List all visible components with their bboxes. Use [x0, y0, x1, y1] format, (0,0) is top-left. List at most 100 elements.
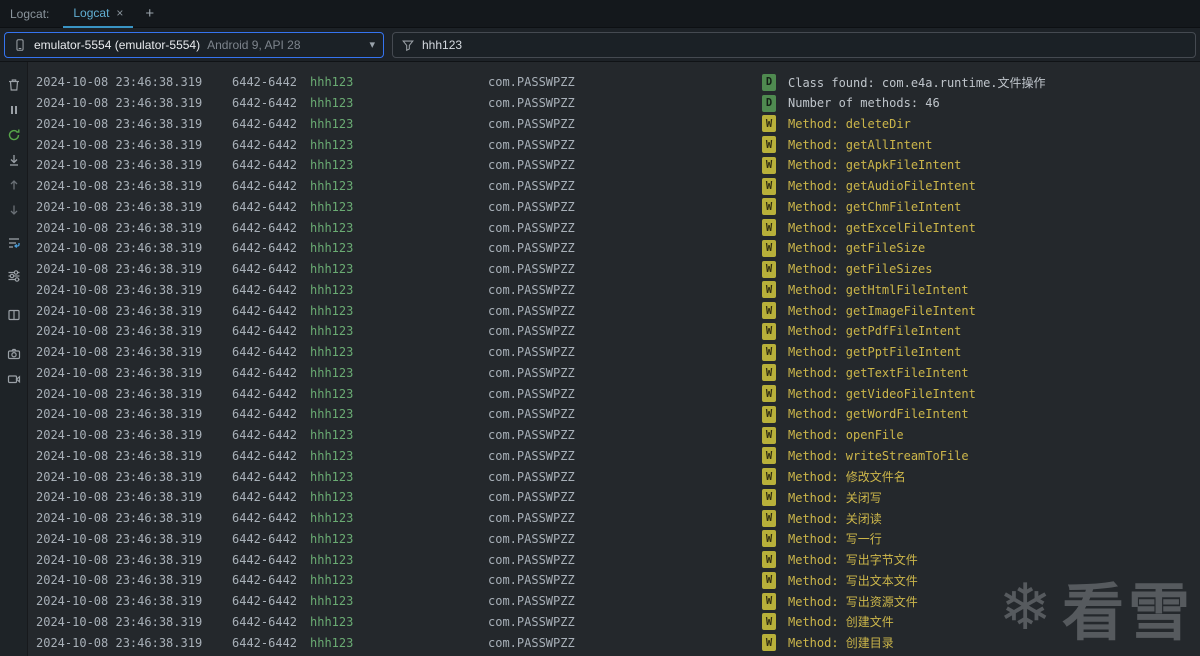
log-package: com.PASSWPZZ [488, 428, 575, 443]
soft-wrap-button[interactable] [3, 232, 25, 254]
add-tab-icon[interactable]: + [145, 5, 154, 22]
log-row[interactable]: 2024-10-08 23:46:38.319 6442-6442 hhh123 co… [28, 363, 1200, 384]
log-row[interactable]: 2024-10-08 23:46:38.319 6442-6442 hhh123 co… [28, 446, 1200, 467]
chevron-down-icon[interactable]: ▾ [369, 38, 375, 51]
log-row[interactable]: 2024-10-08 23:46:38.319 6442-6442 hhh123 co… [28, 155, 1200, 176]
log-row[interactable]: 2024-10-08 23:46:38.319 6442-6442 hhh123 co… [28, 176, 1200, 197]
log-row[interactable]: 2024-10-08 23:46:38.319 6442-6442 hhh123 co… [28, 259, 1200, 280]
log-row[interactable]: 2024-10-08 23:46:38.319 6442-6442 hhh123 co… [28, 300, 1200, 321]
log-tag: hhh123 [310, 635, 354, 650]
log-message: Method: writeStreamToFile [788, 448, 969, 463]
log-message: Method: getTextFileIntent [788, 365, 969, 380]
log-pid-tid: 6442-6442 [232, 220, 298, 235]
log-row[interactable]: 2024-10-08 23:46:38.319 6442-6442 hhh123 co… [28, 425, 1200, 446]
logcat-toolbar: emulator-5554 (emulator-5554) Android 9,… [0, 28, 1200, 62]
log-tag: hhh123 [310, 594, 354, 609]
log-message: Method: 修改文件名 [788, 470, 906, 485]
log-tag: hhh123 [310, 241, 354, 256]
log-row[interactable]: 2024-10-08 23:46:38.319 6442-6442 hhh123 co… [28, 238, 1200, 259]
log-pid-tid: 6442-6442 [232, 614, 298, 629]
split-panel-icon [6, 307, 22, 323]
log-package: com.PASSWPZZ [488, 448, 575, 463]
scroll-to-end-button[interactable] [3, 149, 25, 171]
log-level-badge: W [762, 156, 776, 174]
log-timestamp: 2024-10-08 23:46:38.319 [36, 179, 203, 194]
log-row[interactable]: 2024-10-08 23:46:38.319 6442-6442 hhh123 co… [28, 383, 1200, 404]
next-occurrence-button[interactable] [3, 199, 25, 221]
logcat-window: Logcat: Logcat × + emulator-5554 (emulat… [0, 0, 1200, 656]
log-pid-tid: 6442-6442 [232, 158, 298, 173]
log-pid-tid: 6442-6442 [232, 448, 298, 463]
log-row[interactable]: 2024-10-08 23:46:38.319 6442-6442 hhh123 co… [28, 404, 1200, 425]
log-row[interactable]: 2024-10-08 23:46:38.319 6442-6442 hhh123 co… [28, 487, 1200, 508]
log-row[interactable]: 2024-10-08 23:46:38.319 6442-6442 hhh123 co… [28, 114, 1200, 135]
log-timestamp: 2024-10-08 23:46:38.319 [36, 324, 203, 339]
tab-logcat[interactable]: Logcat × [63, 0, 134, 28]
log-row[interactable]: 2024-10-08 23:46:38.319 6442-6442 hhh123 co… [28, 321, 1200, 342]
log-row[interactable]: 2024-10-08 23:46:38.319 6442-6442 hhh123 co… [28, 342, 1200, 363]
log-tag: hhh123 [310, 531, 354, 546]
log-row[interactable]: 2024-10-08 23:46:38.319 6442-6442 hhh123 co… [28, 632, 1200, 653]
log-package: com.PASSWPZZ [488, 220, 575, 235]
previous-occurrence-button[interactable] [3, 174, 25, 196]
device-selector[interactable]: emulator-5554 (emulator-5554) Android 9,… [4, 31, 384, 58]
log-row[interactable]: 2024-10-08 23:46:38.319 6442-6442 hhh123 co… [28, 197, 1200, 218]
log-package: com.PASSWPZZ [488, 614, 575, 629]
log-tag: hhh123 [310, 469, 354, 484]
log-row[interactable]: 2024-10-08 23:46:38.319 6442-6442 hhh123 co… [28, 134, 1200, 155]
log-row[interactable]: 2024-10-08 23:46:38.319 6442-6442 hhh123 co… [28, 508, 1200, 529]
log-row[interactable]: 2024-10-08 23:46:38.319 6442-6442 hhh123 co… [28, 612, 1200, 633]
split-panels-button[interactable] [3, 304, 25, 326]
log-row[interactable]: 2024-10-08 23:46:38.319 6442-6442 hhh123 co… [28, 93, 1200, 114]
log-timestamp: 2024-10-08 23:46:38.319 [36, 303, 203, 318]
log-tag: hhh123 [310, 490, 354, 505]
log-row[interactable]: 2024-10-08 23:46:38.319 6442-6442 hhh123 co… [28, 466, 1200, 487]
log-timestamp: 2024-10-08 23:46:38.319 [36, 614, 203, 629]
log-message: Method: getFileSizes [788, 262, 933, 277]
log-level-badge: W [762, 447, 776, 465]
record-screen-button[interactable] [3, 368, 25, 390]
take-screenshot-button[interactable] [3, 343, 25, 365]
log-tag: hhh123 [310, 448, 354, 463]
log-level-badge: W [762, 551, 776, 569]
log-package: com.PASSWPZZ [488, 635, 575, 650]
close-icon[interactable]: × [116, 7, 123, 19]
log-timestamp: 2024-10-08 23:46:38.319 [36, 490, 203, 505]
log-row[interactable]: 2024-10-08 23:46:38.319 6442-6442 hhh123 co… [28, 529, 1200, 550]
restart-logcat-button[interactable] [3, 124, 25, 146]
log-pid-tid: 6442-6442 [232, 573, 298, 588]
log-package: com.PASSWPZZ [488, 345, 575, 360]
sliders-icon [6, 268, 22, 284]
log-pid-tid: 6442-6442 [232, 282, 298, 297]
log-package: com.PASSWPZZ [488, 365, 575, 380]
download-arrow-icon [6, 152, 22, 168]
configure-logcat-button[interactable] [3, 265, 25, 287]
log-message: Method: 写出文本文件 [788, 573, 918, 588]
log-row[interactable]: 2024-10-08 23:46:38.319 6442-6442 hhh123 co… [28, 72, 1200, 93]
log-pid-tid: 6442-6442 [232, 345, 298, 360]
log-level-badge: W [762, 364, 776, 382]
log-tag: hhh123 [310, 511, 354, 526]
pause-logcat-button[interactable] [3, 99, 25, 121]
log-level-badge: W [762, 530, 776, 548]
log-row[interactable]: 2024-10-08 23:46:38.319 6442-6442 hhh123 co… [28, 280, 1200, 301]
log-timestamp: 2024-10-08 23:46:38.319 [36, 428, 203, 443]
log-level-badge: W [762, 426, 776, 444]
log-tag: hhh123 [310, 199, 354, 214]
filter-value: hhh123 [422, 37, 463, 52]
log-pid-tid: 6442-6442 [232, 428, 298, 443]
clear-logcat-button[interactable] [3, 74, 25, 96]
log-message: Method: getHtmlFileIntent [788, 282, 969, 297]
log-package: com.PASSWPZZ [488, 96, 575, 111]
log-row[interactable]: 2024-10-08 23:46:38.319 6442-6442 hhh123 co… [28, 549, 1200, 570]
log-message: Method: getAllIntent [788, 137, 933, 152]
log-message: Class found: com.e4a.runtime.文件操作 [788, 75, 1046, 90]
log-row[interactable]: 2024-10-08 23:46:38.319 6442-6442 hhh123 co… [28, 217, 1200, 238]
log-row[interactable]: 2024-10-08 23:46:38.319 6442-6442 hhh123 co… [28, 570, 1200, 591]
filter-input[interactable]: hhh123 [392, 31, 1196, 58]
log-package: com.PASSWPZZ [488, 594, 575, 609]
log-row[interactable]: 2024-10-08 23:46:38.319 6442-6442 hhh123 co… [28, 591, 1200, 612]
log-timestamp: 2024-10-08 23:46:38.319 [36, 137, 203, 152]
log-pid-tid: 6442-6442 [232, 179, 298, 194]
soft-wrap-icon [6, 235, 22, 251]
